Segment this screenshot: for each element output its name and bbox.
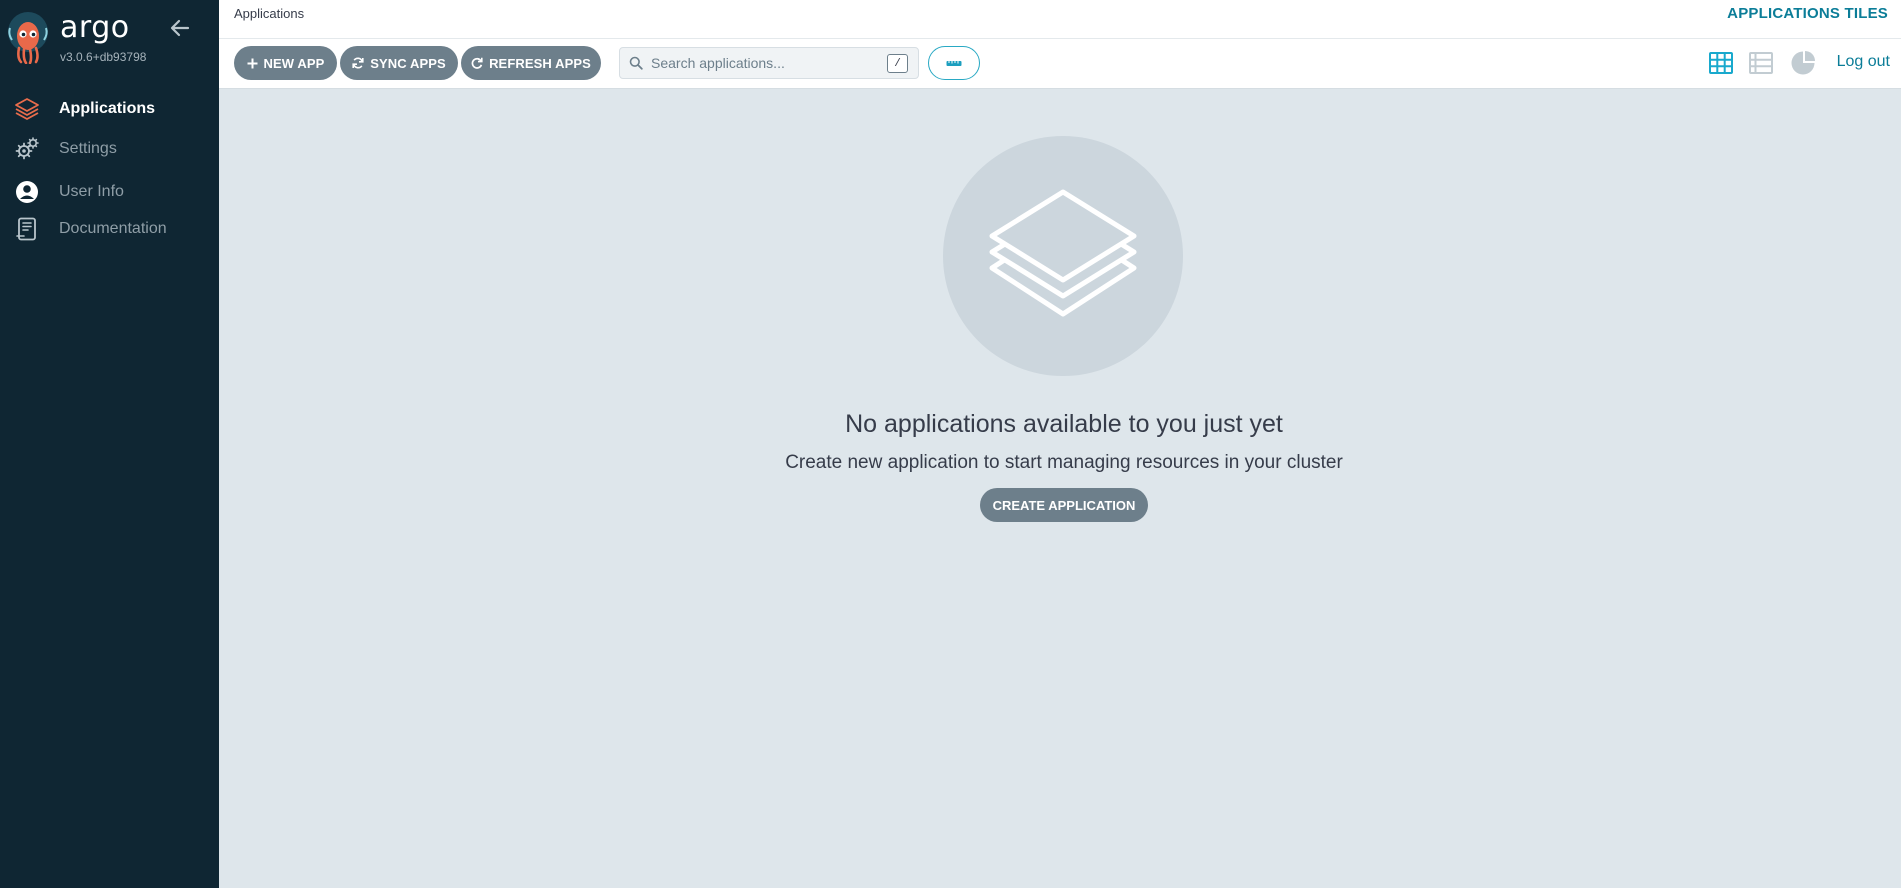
layers-icon (989, 189, 1137, 317)
logout-link[interactable]: Log out (1837, 53, 1890, 71)
sidebar-item-user-info[interactable]: User Info (0, 175, 219, 209)
sync-apps-button[interactable]: SYNC APPS (340, 46, 458, 80)
plus-icon (247, 58, 258, 68)
sidebar-item-label: Applications (59, 100, 156, 117)
empty-state-title: No applications available to you just ye… (845, 410, 1283, 438)
sidebar: argo v3.0.6+db93798 Applications Setting… (0, 0, 219, 888)
refresh-apps-button[interactable]: REFRESH APPS (461, 46, 601, 80)
user-circle-icon (14, 179, 40, 205)
breadcrumb[interactable]: Applications (234, 6, 304, 21)
main-content: No applications available to you just ye… (219, 89, 1901, 888)
arrow-left-icon[interactable] (168, 16, 192, 40)
tiles-view-icon[interactable] (1707, 50, 1735, 76)
summary-pie-icon[interactable] (1789, 50, 1817, 76)
toolbar: NEW APP SYNC APPS REFRESH APPS Search ap… (219, 39, 1901, 89)
empty-state-illustration (943, 136, 1183, 376)
sidebar-item-label: Documentation (59, 220, 167, 237)
search-shortcut-key: / (887, 54, 908, 73)
new-app-button[interactable]: NEW APP (234, 46, 337, 80)
sidebar-item-label: User Info (59, 183, 124, 200)
brand-name: argo (60, 10, 130, 45)
app-root: argo v3.0.6+db93798 Applications Setting… (0, 0, 1901, 888)
create-application-button[interactable]: CREATE APPLICATION (980, 488, 1148, 522)
filter-toggle-button[interactable] (928, 46, 980, 80)
search-icon (629, 56, 643, 75)
top-header: Applications APPLICATIONS TILES (219, 0, 1901, 39)
ruler-icon (946, 61, 962, 66)
search-box[interactable]: / (619, 47, 919, 79)
layers-icon (14, 96, 40, 122)
search-input[interactable] (651, 52, 871, 74)
sync-apps-label: SYNC APPS (370, 55, 446, 71)
sidebar-item-label: Settings (59, 140, 117, 157)
list-view-icon[interactable] (1747, 50, 1775, 76)
empty-state-subtitle: Create new application to start managing… (785, 452, 1343, 473)
sidebar-item-settings[interactable]: Settings (0, 132, 219, 166)
argo-logo[interactable] (8, 12, 52, 65)
sidebar-item-applications[interactable]: Applications (0, 92, 219, 126)
refresh-icon (471, 57, 483, 69)
page-title: APPLICATIONS TILES (1727, 5, 1888, 22)
book-icon (14, 216, 40, 242)
new-app-label: NEW APP (263, 55, 325, 71)
sidebar-item-documentation[interactable]: Documentation (0, 212, 219, 246)
refresh-apps-label: REFRESH APPS (489, 55, 591, 71)
gears-icon (14, 136, 40, 162)
sync-icon (352, 57, 364, 69)
version-label: v3.0.6+db93798 (60, 50, 147, 64)
